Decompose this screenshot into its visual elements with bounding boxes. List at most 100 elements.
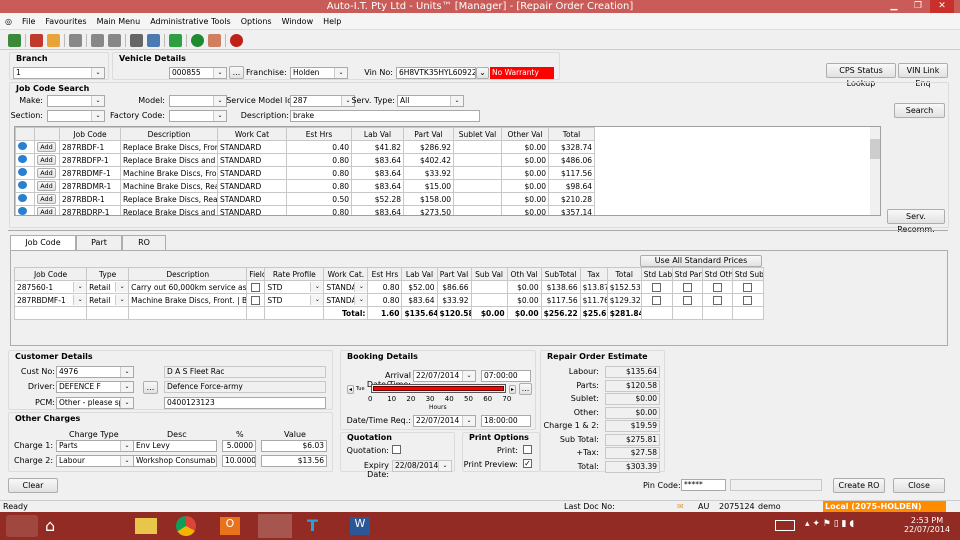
chevron-down-icon[interactable]: ⌄ [354,295,367,305]
table-row[interactable]: Add287RBDMR-1Machine Brake Discs, Rear. … [15,179,595,193]
info-icon[interactable] [15,192,35,206]
column-header[interactable]: Part Val [403,127,454,141]
std-price-checkbox[interactable] [743,295,753,305]
table-row[interactable]: Add287RBDFP-1Replace Brake Discs and Pad… [15,153,595,167]
home-icon[interactable] [30,33,43,47]
column-header[interactable]: Sub Val [470,267,508,281]
refresh-icon[interactable] [169,33,182,47]
restore-button[interactable]: ❐ [906,0,930,13]
column-header[interactable]: Job Code [13,267,88,281]
minimize-button[interactable]: ▁ [882,0,906,13]
info-icon[interactable] [15,140,35,154]
reg-lookup-button[interactable]: ... [229,66,244,79]
rate-profile-select[interactable]: STD ⌄ [264,280,325,294]
tray-icons[interactable]: ▴ ✦ ⚑ ▯ ▮ ◖ [805,519,854,529]
chevron-down-icon[interactable]: ⌄ [310,282,323,292]
column-header[interactable]: Rate Profile [264,267,325,281]
units-app-icon[interactable] [258,514,292,538]
info-icon[interactable] [15,205,35,215]
charge-desc-input[interactable]: Env Levy [133,440,217,452]
expiry-date-picker[interactable]: 22/08/2014 ⌄ [392,460,452,472]
table-row[interactable]: 287560-1 ⌄ Retail ⌄ Carry out 60,000km servi… [13,280,765,294]
column-header[interactable]: Std Oth [701,267,733,281]
chevron-down-icon[interactable]: ⌄ [115,282,128,292]
add-button[interactable]: Add [37,155,56,165]
column-header[interactable]: Work Cat [217,127,287,141]
menu-window[interactable]: Window [277,17,319,26]
use-all-standard-prices-button[interactable]: Use All Standard Prices [640,255,762,267]
driver-lookup-button[interactable]: ... [143,381,158,394]
std-price-checkbox[interactable] [743,282,753,292]
serv-type-select[interactable]: All ⌄ [397,95,464,107]
timeline-more-button[interactable]: ... [519,383,532,395]
search-button[interactable]: Search [894,103,945,118]
job-code-select[interactable]: 287560-1 ⌄ [13,280,88,294]
outlook-icon[interactable]: O [220,517,240,535]
column-header[interactable]: Lab Val [351,127,404,141]
column-header[interactable] [15,127,35,141]
car-icon[interactable] [130,33,143,47]
charge-pct-input[interactable]: 5.0000 [222,440,256,452]
pin-code-input[interactable]: ***** [681,479,726,491]
std-price-checkbox[interactable] [682,282,692,292]
driver-select[interactable]: DEFENCE F ⌄ [56,381,134,393]
column-header[interactable]: Lab Val [401,267,438,281]
add-button[interactable]: Add [37,168,56,178]
branch-select[interactable]: 1 ⌄ [13,67,105,79]
column-header[interactable]: Field [246,267,266,281]
doc-in-icon[interactable] [91,33,104,47]
column-header[interactable]: Oth Val [506,267,542,281]
keyboard-icon[interactable] [775,520,795,531]
tools-icon[interactable] [208,33,221,47]
column-header[interactable]: Part Val [436,267,472,281]
column-header[interactable]: Std Part [671,267,703,281]
vin-link-enq-button[interactable]: VIN Link Enq [898,63,948,88]
info-icon[interactable] [15,179,35,193]
create-ro-button[interactable]: Create RO [833,478,885,493]
make-select[interactable]: ⌄ [47,95,105,107]
print-icon[interactable] [69,33,82,47]
home-taskbar-icon[interactable]: ⌂ [45,516,55,535]
column-header[interactable]: Est Hrs [367,267,403,281]
connect-icon[interactable] [8,33,21,47]
column-header[interactable]: Work Cat. [323,267,369,281]
print-checkbox[interactable] [523,445,532,454]
column-header[interactable]: Std Sub [731,267,765,281]
add-button[interactable]: Add [37,207,56,215]
close-button[interactable]: Close [893,478,945,493]
table-row[interactable]: Add287RBDMF-1Machine Brake Discs, Front.… [15,166,595,180]
info-icon[interactable] [15,153,35,167]
cust-no-select[interactable]: 4976 ⌄ [56,366,134,378]
power-icon[interactable] [230,33,243,47]
column-header[interactable]: Type [86,267,130,281]
std-price-checkbox[interactable] [652,295,662,305]
tab-ro-details[interactable]: RO Details [122,235,166,261]
add-button[interactable]: Add [37,194,56,204]
franchise-select[interactable]: Holden ⌄ [290,67,348,79]
arrival-time-input[interactable]: 07:00:00 [481,370,531,382]
column-header[interactable]: Job Code [59,127,121,141]
clock[interactable]: 2:53 PM 22/07/2014 [900,516,954,534]
type-select[interactable]: Retail ⌄ [86,280,130,294]
service-model-id-select[interactable]: 287 ⌄ [290,95,355,107]
car-gear-icon[interactable] [147,33,160,47]
column-header[interactable]: Tax [579,267,608,281]
print-preview-checkbox[interactable]: ✓ [523,459,532,468]
tab-job-code-details[interactable]: Job Code Details [10,235,76,261]
vin-input[interactable]: 6H8VTK35HYL609226 [396,67,476,79]
add-button[interactable]: Add [37,181,56,191]
menu-favourites[interactable]: Favourites [40,17,91,26]
field-checkbox[interactable] [251,282,261,292]
std-price-checkbox[interactable] [712,282,722,292]
chevron-down-icon[interactable]: ⌄ [310,295,323,305]
column-header[interactable]: Total [548,127,595,141]
std-price-checkbox[interactable] [712,295,722,305]
job-code-select[interactable]: 287RBDMF-1 ⌄ [13,293,88,307]
chevron-down-icon[interactable]: ⌄ [354,282,367,292]
quotation-checkbox[interactable] [392,445,401,454]
timeline-next-button[interactable]: ▸ [509,385,516,394]
reg-select[interactable]: 000855 ⌄ [169,67,227,79]
start-button[interactable] [6,515,38,537]
description-input[interactable]: brake [290,110,480,122]
column-header[interactable]: SubTotal [540,267,581,281]
